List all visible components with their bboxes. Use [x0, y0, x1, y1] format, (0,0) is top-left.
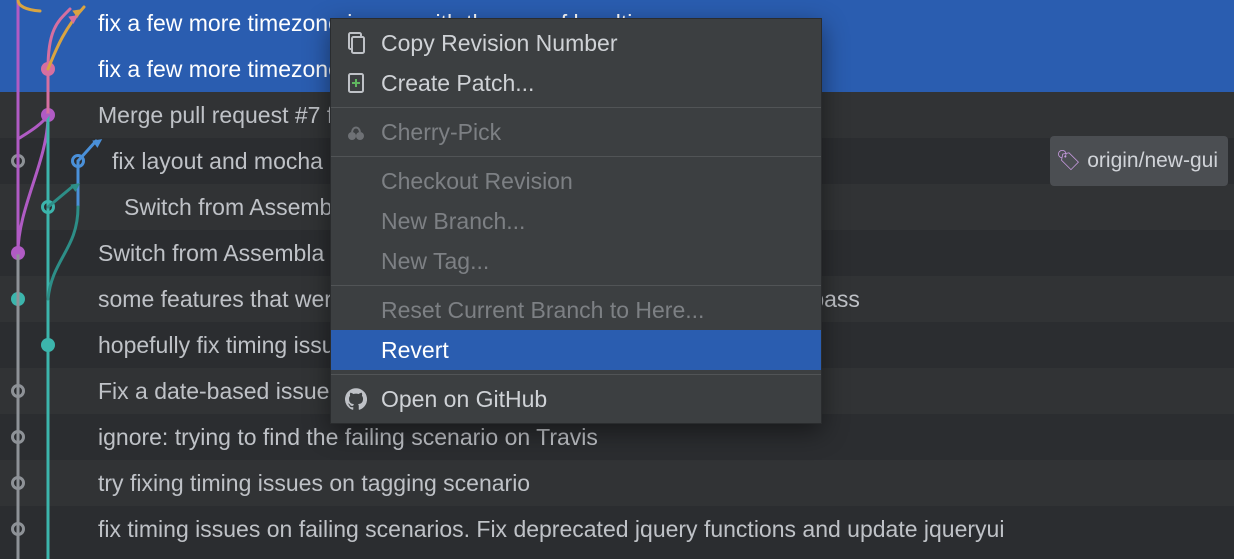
menu-item-label: Cherry-Pick	[381, 119, 501, 145]
branch-tag[interactable]: 🏷origin/new-gui	[1050, 136, 1228, 186]
menu-item: Reset Current Branch to Here...	[331, 290, 821, 330]
commit-graph-cell	[0, 322, 98, 368]
commit-row[interactable]: try fixing timing issues on tagging scen…	[0, 460, 1234, 506]
menu-item[interactable]: Create Patch...	[331, 63, 821, 103]
menu-item-label: Open on GitHub	[381, 386, 547, 412]
commit-graph-cell	[0, 414, 98, 460]
commit-graph-cell	[0, 138, 98, 184]
patch-icon	[345, 72, 367, 94]
github-icon	[345, 388, 367, 410]
menu-separator	[331, 156, 821, 157]
tag-icon: 🏷	[1056, 138, 1081, 184]
commit-graph-cell	[0, 460, 98, 506]
menu-item-label: New Tag...	[381, 248, 489, 274]
cherry-icon	[345, 121, 367, 143]
menu-item: Checkout Revision	[331, 161, 821, 201]
commit-graph-cell	[0, 230, 98, 276]
commit-graph-cell	[0, 368, 98, 414]
menu-item[interactable]: Revert	[331, 330, 821, 370]
menu-item: New Branch...	[331, 201, 821, 241]
menu-separator	[331, 285, 821, 286]
copy-icon	[345, 32, 367, 54]
menu-item-label: Create Patch...	[381, 70, 534, 96]
menu-separator	[331, 374, 821, 375]
branch-tag-label: origin/new-gui	[1087, 138, 1218, 184]
commit-graph-cell	[0, 506, 98, 552]
menu-item: New Tag...	[331, 241, 821, 281]
menu-item-label: New Branch...	[381, 208, 525, 234]
commit-graph-cell	[0, 92, 98, 138]
menu-item-label: Reset Current Branch to Here...	[381, 297, 704, 323]
menu-item-label: Revert	[381, 337, 449, 363]
menu-separator	[331, 107, 821, 108]
menu-item[interactable]: Copy Revision Number	[331, 23, 821, 63]
commit-graph-cell	[0, 46, 98, 92]
context-menu: Copy Revision Number Create Patch... Che…	[330, 18, 822, 424]
menu-item[interactable]: Open on GitHub	[331, 379, 821, 419]
menu-item-label: Copy Revision Number	[381, 30, 617, 56]
menu-item-label: Checkout Revision	[381, 168, 573, 194]
commit-message: fix timing issues on failing scenarios. …	[98, 516, 1004, 542]
commit-row[interactable]: fix timing issues on failing scenarios. …	[0, 506, 1234, 552]
commit-message: ignore: trying to find the failing scena…	[98, 424, 598, 450]
commit-message: try fixing timing issues on tagging scen…	[98, 470, 530, 496]
menu-item: Cherry-Pick	[331, 112, 821, 152]
commit-graph-cell	[0, 276, 98, 322]
